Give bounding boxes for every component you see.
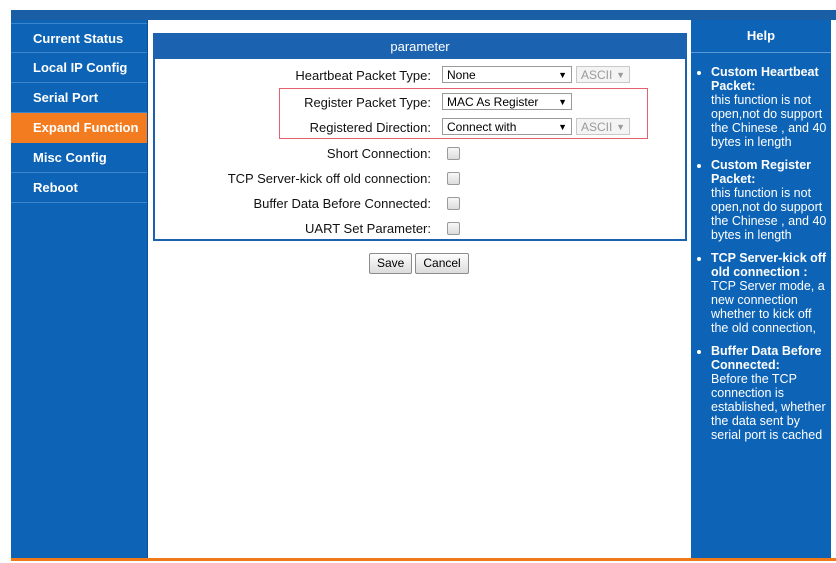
short-connection-checkbox[interactable] (447, 147, 460, 160)
tcp-kick-row: TCP Server-kick off old connection: (155, 167, 685, 191)
sidebar-item-current-status[interactable]: Current Status (11, 23, 147, 53)
help-title: Help (691, 20, 831, 53)
parameter-panel: parameter Heartbeat Packet Type: None ▼ AS… (153, 33, 687, 241)
heartbeat-format-select: ASCII ▼ (576, 66, 630, 83)
buffer-data-row: Buffer Data Before Connected: (155, 192, 685, 216)
help-item-title: Custom Register Packet: (711, 158, 812, 186)
sidebar-item-serial-port[interactable]: Serial Port (11, 83, 147, 113)
help-item-body: Before the TCP connection is established… (711, 372, 826, 442)
help-item-body: this function is not open,not do support… (711, 93, 827, 149)
tcp-kick-checkbox[interactable] (447, 172, 460, 185)
bottom-divider (11, 558, 836, 561)
short-connection-label: Short Connection: (326, 146, 431, 161)
uart-set-label: UART Set Parameter: (305, 221, 431, 236)
top-bar (11, 10, 836, 20)
sidebar-item-local-ip-config[interactable]: Local IP Config (11, 53, 147, 83)
help-item-title: Buffer Data Before Connected: (711, 344, 822, 372)
help-item-title: Custom Heartbeat Packet: (711, 65, 819, 93)
help-item-title: TCP Server-kick off old connection : (711, 251, 827, 279)
form-buttons: Save Cancel (369, 253, 472, 274)
help-item-body: TCP Server mode, a new connection whethe… (711, 279, 825, 335)
cancel-button[interactable]: Cancel (415, 253, 469, 274)
help-item: Custom Heartbeat Packet: this function i… (711, 65, 831, 149)
heartbeat-type-select[interactable]: None ▼ (442, 66, 572, 83)
help-item: Buffer Data Before Connected: Before the… (711, 344, 831, 442)
tcp-kick-label: TCP Server-kick off old connection: (227, 171, 431, 186)
heartbeat-type-value: None (447, 68, 476, 82)
sidebar-nav: Current Status Local IP Config Serial Po… (11, 20, 148, 558)
uart-set-checkbox[interactable] (447, 222, 460, 235)
chevron-down-icon: ▼ (558, 70, 567, 80)
short-connection-row: Short Connection: (155, 142, 685, 166)
sidebar-item-expand-function[interactable]: Expand Function (11, 113, 147, 143)
buffer-data-label: Buffer Data Before Connected: (253, 196, 431, 211)
save-button[interactable]: Save (369, 253, 413, 274)
heartbeat-row: Heartbeat Packet Type: None ▼ ASCII ▼ (155, 64, 685, 88)
panel-title: parameter (155, 35, 685, 59)
sidebar-item-misc-config[interactable]: Misc Config (11, 143, 147, 173)
chevron-down-icon: ▼ (616, 70, 625, 80)
register-highlight-box (279, 88, 648, 139)
heartbeat-format-value: ASCII (581, 68, 613, 82)
buffer-data-checkbox[interactable] (447, 197, 460, 210)
help-item: Custom Register Packet: this function is… (711, 158, 831, 242)
help-item: TCP Server-kick off old connection : TCP… (711, 251, 831, 335)
help-list: Custom Heartbeat Packet: this function i… (691, 65, 831, 442)
help-panel: Help Custom Heartbeat Packet: this funct… (691, 20, 831, 558)
heartbeat-label: Heartbeat Packet Type: (295, 68, 431, 83)
sidebar-item-reboot[interactable]: Reboot (11, 173, 147, 203)
uart-set-row: UART Set Parameter: (155, 217, 685, 241)
help-item-body: this function is not open,not do support… (711, 186, 827, 242)
